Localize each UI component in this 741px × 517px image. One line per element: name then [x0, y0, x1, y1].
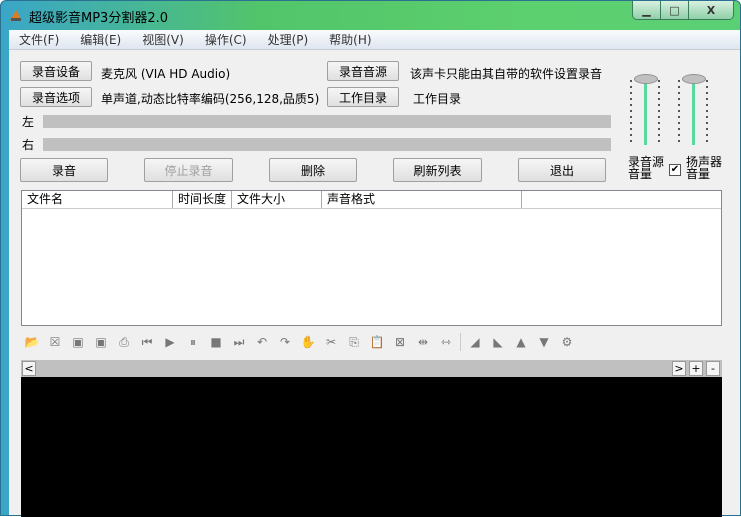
go-end-icon[interactable]: ⏭: [230, 333, 248, 351]
undo-icon[interactable]: ↶: [253, 333, 271, 351]
effects-icon[interactable]: ⚙: [558, 333, 576, 351]
file-list[interactable]: 文件名 时间长度 文件大小 声音格式: [21, 190, 722, 326]
paste-replace-icon[interactable]: ⊠: [391, 333, 409, 351]
wave-scrollbar[interactable]: < > + -: [21, 360, 722, 377]
list-header: 文件名 时间长度 文件大小 声音格式: [22, 191, 721, 209]
play-icon[interactable]: ▶: [161, 333, 179, 351]
volume-down-icon[interactable]: ▼: [535, 333, 553, 351]
menu-help[interactable]: 帮助(H): [329, 31, 371, 48]
export-icon[interactable]: ⎙: [115, 333, 133, 351]
delete-button[interactable]: 删除: [269, 158, 357, 182]
save-as-icon[interactable]: ▣: [92, 333, 110, 351]
menu-bar: 文件(F) 编辑(E) 视图(V) 操作(C) 处理(P) 帮助(H): [9, 30, 740, 50]
record-options-value: 单声道,动态比特率编码(256,128,品质5): [101, 92, 320, 106]
client-area: 文件(F) 编辑(E) 视图(V) 操作(C) 处理(P) 帮助(H) 录音设备…: [9, 30, 740, 517]
menu-edit[interactable]: 编辑(E): [80, 31, 121, 48]
minimize-button[interactable]: ▁: [633, 1, 661, 19]
zoom-out-button[interactable]: -: [706, 361, 720, 376]
record-device-value: 麦克风 (VIA HD Audio): [101, 67, 231, 81]
waveform-display[interactable]: [21, 377, 722, 517]
record-device-button[interactable]: 录音设备: [20, 61, 92, 81]
record-volume-label: 录音源音量: [628, 155, 665, 181]
go-start-icon[interactable]: ⏮: [138, 333, 156, 351]
column-filesize[interactable]: 文件大小: [232, 191, 322, 208]
work-dir-value: 工作目录: [413, 92, 462, 106]
fade-in-icon[interactable]: ◢: [466, 333, 484, 351]
app-icon: [10, 10, 22, 21]
insert-silence-icon[interactable]: ⇹: [414, 333, 432, 351]
edit-toolbar: 📂 ☒ ▣ ▣ ⎙ ⏮ ▶ ⏸ ■ ⏭ ↶ ↷ ✋ ✂ ⎘ 📋 ⊠ ⇹ ⇿ ◢ …: [23, 333, 576, 351]
copy-icon[interactable]: ⎘: [345, 333, 363, 351]
zoom-in-button[interactable]: +: [689, 361, 703, 376]
left-channel-label: 左: [22, 115, 35, 129]
speaker-volume-label: 扬声器音量: [686, 155, 723, 181]
right-level-meter: [43, 138, 611, 151]
record-source-value: 该声卡只能由其自带的软件设置录音: [410, 67, 603, 81]
record-source-button[interactable]: 录音音源: [327, 61, 399, 81]
fade-out-icon[interactable]: ◣: [489, 333, 507, 351]
stop-record-button[interactable]: 停止录音: [144, 158, 233, 182]
toolbar-separator: [460, 333, 461, 351]
menu-process[interactable]: 处理(P): [268, 31, 309, 48]
slider-thumb[interactable]: [634, 74, 658, 84]
column-format[interactable]: 声音格式: [322, 191, 522, 208]
record-button[interactable]: 录音: [20, 158, 108, 182]
redo-icon[interactable]: ↷: [276, 333, 294, 351]
close-button[interactable]: X: [689, 1, 733, 19]
column-filename[interactable]: 文件名: [22, 191, 173, 208]
slider-thumb[interactable]: [682, 74, 706, 84]
paste-icon[interactable]: 📋: [368, 333, 386, 351]
speaker-volume-checkbox[interactable]: ✔: [669, 164, 681, 176]
left-level-meter: [43, 115, 611, 128]
work-dir-button[interactable]: 工作目录: [327, 87, 399, 107]
record-volume-slider[interactable]: [628, 74, 662, 152]
right-channel-label: 右: [22, 138, 35, 152]
record-options-button[interactable]: 录音选项: [20, 87, 92, 107]
maximize-button[interactable]: □: [661, 1, 689, 19]
save-icon[interactable]: ▣: [69, 333, 87, 351]
hand-icon[interactable]: ✋: [299, 333, 317, 351]
close-file-icon[interactable]: ☒: [46, 333, 64, 351]
trim-icon[interactable]: ⇿: [437, 333, 455, 351]
scroll-left-button[interactable]: <: [22, 361, 36, 376]
stop-icon[interactable]: ■: [207, 333, 225, 351]
window-title: 超级影音MP3分割器2.0: [29, 11, 169, 26]
cut-icon[interactable]: ✂: [322, 333, 340, 351]
column-duration[interactable]: 时间长度: [173, 191, 232, 208]
menu-file[interactable]: 文件(F): [19, 31, 59, 48]
scroll-right-button[interactable]: >: [672, 361, 686, 376]
column-blank: [522, 191, 721, 208]
speaker-volume-slider[interactable]: [676, 74, 710, 152]
refresh-list-button[interactable]: 刷新列表: [393, 158, 482, 182]
exit-button[interactable]: 退出: [518, 158, 606, 182]
app-window: 超级影音MP3分割器2.0 ▁ □ X 文件(F) 编辑(E) 视图(V) 操作…: [0, 0, 741, 517]
menu-operate[interactable]: 操作(C): [205, 31, 247, 48]
open-icon[interactable]: 📂: [23, 333, 41, 351]
pause-icon[interactable]: ⏸: [184, 333, 202, 351]
menu-view[interactable]: 视图(V): [142, 31, 184, 48]
volume-up-icon[interactable]: ▲: [512, 333, 530, 351]
